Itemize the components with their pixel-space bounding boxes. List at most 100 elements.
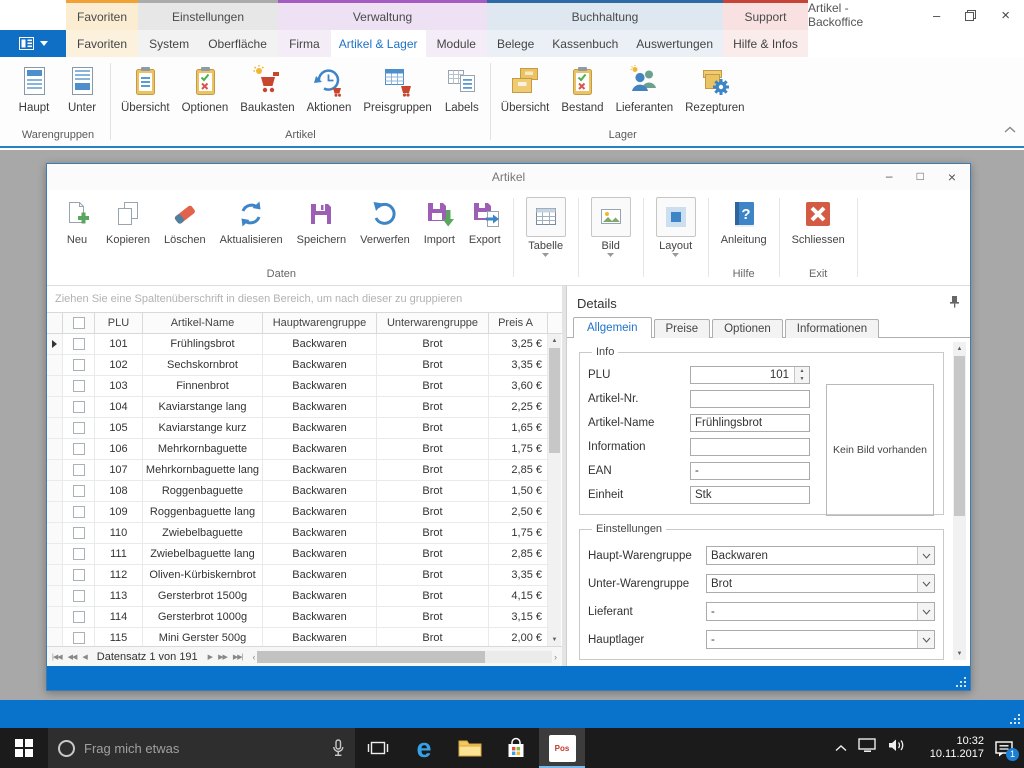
volume-tray-button[interactable]: [888, 738, 907, 758]
network-tray-button[interactable]: [858, 738, 877, 758]
tab-informationen[interactable]: Informationen: [785, 319, 879, 338]
schliessen-button[interactable]: Schliessen: [785, 197, 852, 246]
column-header-preis-a[interactable]: Preis A: [489, 313, 548, 333]
ribbon-group-favoriten[interactable]: Favoriten: [66, 0, 138, 30]
ribbon-group-einstellungen[interactable]: Einstellungen: [138, 0, 278, 30]
tab-hilfe-infos[interactable]: Hilfe & Infos: [725, 30, 806, 57]
unter-warengruppe-select[interactable]: Brot: [706, 574, 935, 593]
row-checkbox[interactable]: [73, 422, 85, 434]
nav-next-page-button[interactable]: ▶▶: [216, 653, 229, 661]
tab-system[interactable]: System: [141, 30, 197, 57]
tab-preise[interactable]: Preise: [654, 319, 711, 338]
table-row[interactable]: 102SechskornbrotBackwarenBrot3,35 €: [47, 355, 548, 376]
row-checkbox[interactable]: [73, 632, 85, 644]
row-checkbox[interactable]: [73, 527, 85, 539]
tab-kassenbuch[interactable]: Kassenbuch: [544, 30, 626, 57]
table-row[interactable]: 114Gersterbrot 1000gBackwarenBrot3,15 €: [47, 607, 548, 628]
table-row[interactable]: 115Mini Gerster 500gBackwarenBrot2,00 €: [47, 628, 548, 646]
artikel-name-field[interactable]: Frühlingsbrot: [690, 414, 810, 432]
tabelle-dropdown-button[interactable]: Tabelle: [519, 197, 573, 257]
plu-spinner[interactable]: ▲▼: [794, 367, 809, 383]
table-row[interactable]: 107Mehrkornbaguette langBackwarenBrot2,8…: [47, 460, 548, 481]
header-checkbox-cell[interactable]: [63, 313, 95, 333]
taskbar-clock[interactable]: 10:32 10.11.2017: [918, 735, 984, 761]
row-checkbox[interactable]: [73, 359, 85, 371]
scroll-right-icon[interactable]: ›: [552, 652, 559, 662]
row-checkbox[interactable]: [73, 338, 85, 350]
nav-last-button[interactable]: ▶▶|: [231, 653, 245, 661]
tab-optionen[interactable]: Optionen: [712, 319, 783, 338]
ribbon-item-unter[interactable]: Unter: [58, 62, 106, 129]
tab-firma[interactable]: Firma: [281, 30, 328, 57]
tab-oberflaeche[interactable]: Oberfläche: [200, 30, 275, 57]
table-row[interactable]: 105Kaviarstange kurzBackwarenBrot1,65 €: [47, 418, 548, 439]
loeschen-button[interactable]: Löschen: [157, 197, 213, 246]
ribbon-item-labels[interactable]: Labels: [438, 62, 486, 129]
scroll-left-icon[interactable]: ‹: [250, 652, 257, 662]
file-explorer-button[interactable]: [447, 728, 493, 768]
ribbon-item-bestand[interactable]: Bestand: [555, 62, 609, 129]
ribbon-item-preisgruppen[interactable]: Preisgruppen: [357, 62, 437, 129]
scroll-down-icon[interactable]: ▼: [953, 647, 966, 660]
bild-dropdown-button[interactable]: Bild: [584, 197, 638, 257]
haupt-warengruppe-select[interactable]: Backwaren: [706, 546, 935, 565]
dropdown-button[interactable]: [917, 603, 934, 620]
table-row[interactable]: 112Oliven-KürbiskernbrotBackwarenBrot3,3…: [47, 565, 548, 586]
grid-groupby-bar[interactable]: Ziehen Sie eine Spaltenüberschrift in di…: [47, 286, 562, 312]
ribbon-item-rezepturen[interactable]: Rezepturen: [679, 62, 750, 129]
scroll-up-icon[interactable]: ▲: [953, 342, 966, 355]
table-row[interactable]: 103FinnenbrotBackwarenBrot3,60 €: [47, 376, 548, 397]
column-header-unterwarengruppe[interactable]: Unterwarengruppe: [377, 313, 489, 333]
artikel-window-titlebar[interactable]: Artikel – □ ×: [47, 164, 970, 190]
nav-prev-page-button[interactable]: ◀◀: [66, 653, 79, 661]
column-header-plu[interactable]: PLU: [95, 313, 143, 333]
column-header-artikel-name[interactable]: Artikel-Name: [143, 313, 263, 333]
child-minimize-button[interactable]: –: [886, 169, 893, 185]
row-checkbox[interactable]: [73, 401, 85, 413]
einheit-field[interactable]: Stk: [690, 486, 810, 504]
ribbon-item-lieferanten[interactable]: Lieferanten: [610, 62, 680, 129]
tab-allgemein[interactable]: Allgemein: [573, 317, 652, 338]
select-all-checkbox[interactable]: [73, 317, 85, 329]
ribbon-item-uebersicht-artikel[interactable]: Übersicht: [115, 62, 176, 129]
row-checkbox[interactable]: [73, 590, 85, 602]
tab-favoriten[interactable]: Favoriten: [69, 30, 135, 57]
layout-dropdown-button[interactable]: Layout: [649, 197, 703, 257]
lieferant-select[interactable]: -: [706, 602, 935, 621]
details-vertical-scrollbar[interactable]: ▲ ▼: [953, 342, 966, 660]
ribbon-group-buchhaltung[interactable]: Buchhaltung: [487, 0, 723, 30]
scrollbar-thumb[interactable]: [257, 651, 485, 663]
scroll-down-icon[interactable]: ▼: [548, 633, 561, 646]
scrollbar-thumb[interactable]: [549, 348, 560, 453]
restore-button[interactable]: [965, 10, 976, 21]
pin-icon[interactable]: [948, 295, 960, 311]
task-view-button[interactable]: [355, 728, 401, 768]
spin-up-icon[interactable]: ▲: [795, 367, 809, 375]
nav-next-button[interactable]: ▶: [206, 653, 214, 661]
table-row[interactable]: 113Gersterbrot 1500gBackwarenBrot4,15 €: [47, 586, 548, 607]
row-checkbox[interactable]: [73, 443, 85, 455]
nav-first-button[interactable]: |◀◀: [50, 653, 64, 661]
ribbon-group-support[interactable]: Support: [723, 0, 808, 30]
hauptlager-select[interactable]: -: [706, 630, 935, 649]
scrollbar-thumb[interactable]: [954, 356, 965, 516]
ribbon-item-uebersicht-lager[interactable]: Übersicht: [495, 62, 556, 129]
table-row[interactable]: 101FrühlingsbrotBackwarenBrot3,25 €: [47, 334, 548, 355]
scroll-up-icon[interactable]: ▲: [548, 334, 561, 347]
import-button[interactable]: Import: [417, 197, 462, 246]
row-checkbox[interactable]: [73, 506, 85, 518]
speichern-button[interactable]: Speichern: [290, 197, 354, 246]
tab-belege[interactable]: Belege: [489, 30, 542, 57]
microphone-icon[interactable]: [331, 738, 345, 758]
minimize-button[interactable]: –: [933, 9, 940, 22]
dropdown-button[interactable]: [917, 575, 934, 592]
dropdown-button[interactable]: [917, 631, 934, 648]
dropdown-button[interactable]: [917, 547, 934, 564]
child-maximize-button[interactable]: □: [917, 169, 924, 185]
tray-expand-button[interactable]: [835, 739, 847, 757]
table-row[interactable]: 104Kaviarstange langBackwarenBrot2,25 €: [47, 397, 548, 418]
artikel-nr-field[interactable]: [690, 390, 810, 408]
store-button[interactable]: [493, 728, 539, 768]
row-checkbox[interactable]: [73, 464, 85, 476]
action-center-button[interactable]: 1: [995, 740, 1014, 757]
